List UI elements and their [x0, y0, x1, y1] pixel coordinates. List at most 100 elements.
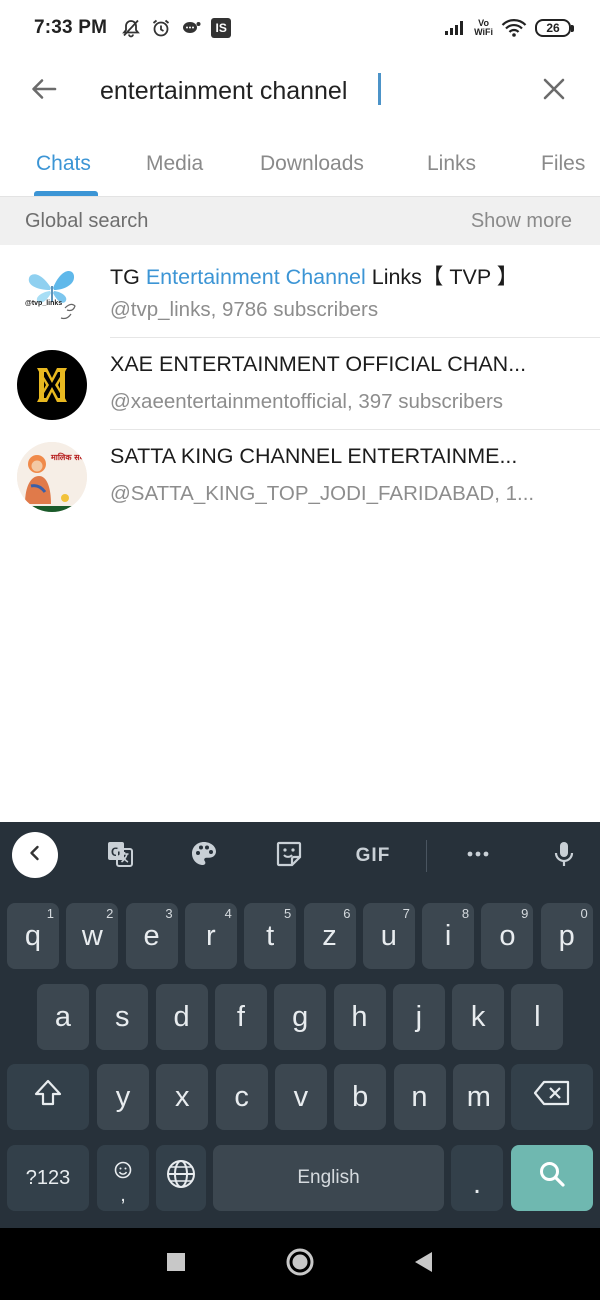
- gif-button[interactable]: GIF: [349, 832, 397, 880]
- key-q[interactable]: q1: [7, 903, 59, 969]
- tab-downloads[interactable]: Downloads: [260, 136, 364, 196]
- key-y[interactable]: y: [97, 1064, 149, 1130]
- globe-icon: [165, 1158, 197, 1198]
- key-g[interactable]: g: [274, 984, 327, 1050]
- list-item[interactable]: XAE ENTERTAINMENT OFFICIAL CHAN... @xaee…: [0, 338, 600, 430]
- key-label: i: [444, 919, 452, 952]
- key-label: q: [24, 919, 42, 952]
- sticker-icon: [274, 839, 304, 874]
- key-label: p: [558, 919, 575, 952]
- avatar: [17, 350, 87, 420]
- key-a[interactable]: a: [37, 984, 89, 1050]
- global-search-title: Global search: [25, 209, 149, 232]
- is-app-icon: IS: [211, 18, 232, 38]
- alarm-icon: [151, 18, 171, 38]
- search-tabs: Chats Media Downloads Links Files: [0, 136, 600, 196]
- key-w[interactable]: w2: [66, 903, 119, 969]
- key-j[interactable]: j: [392, 984, 445, 1050]
- search-key[interactable]: [511, 1145, 593, 1211]
- system-navigation-bar: [0, 1228, 600, 1300]
- key-label: r: [206, 919, 216, 952]
- key-label: z: [322, 919, 337, 952]
- result-title: SATTA KING CHANNEL ENTERTAINME...: [110, 444, 570, 469]
- backspace-key[interactable]: [511, 1064, 593, 1130]
- back-nav-button[interactable]: [403, 1246, 443, 1282]
- emoji-icon: [113, 1155, 133, 1188]
- palette-icon: [189, 839, 219, 874]
- list-item[interactable]: मालिक सबको खुश रखे SATTA KING CHANNEL EN…: [0, 430, 600, 522]
- period-key[interactable]: .: [451, 1145, 503, 1211]
- shift-icon: [31, 1076, 65, 1118]
- clear-search-button[interactable]: [526, 61, 582, 121]
- key-b[interactable]: b: [334, 1064, 387, 1130]
- key-label: e: [143, 919, 160, 952]
- key-l[interactable]: l: [511, 984, 564, 1050]
- symbols-key[interactable]: ?123: [7, 1145, 89, 1211]
- key-v[interactable]: v: [274, 1064, 327, 1130]
- more-options-button[interactable]: [454, 832, 502, 880]
- result-subtitle: @xaeentertainmentofficial, 397 subscribe…: [110, 390, 504, 413]
- home-button[interactable]: [280, 1246, 320, 1282]
- tab-files[interactable]: Files: [541, 136, 585, 196]
- wifi-icon: [501, 18, 527, 38]
- avatar-text: @tvp_links: [25, 300, 62, 307]
- title-suffix: SATTA KING CHANNEL ENTERTAINME...: [110, 444, 518, 468]
- key-e[interactable]: e3: [125, 903, 178, 969]
- key-hint: 1: [46, 906, 54, 921]
- key-m[interactable]: m: [452, 1064, 505, 1130]
- back-triangle-icon: [413, 1251, 433, 1278]
- sticker-button[interactable]: [265, 832, 313, 880]
- key-o[interactable]: o9: [481, 903, 534, 969]
- key-f[interactable]: f: [214, 984, 267, 1050]
- tab-media[interactable]: Media: [146, 136, 203, 196]
- show-more-link[interactable]: Show more: [471, 210, 572, 233]
- battery-level: 26: [535, 19, 571, 37]
- key-r[interactable]: r4: [184, 903, 237, 969]
- comma-label: ,: [120, 1183, 126, 1206]
- voice-input-button[interactable]: [540, 832, 588, 880]
- mute-icon: [121, 18, 141, 38]
- language-key[interactable]: [156, 1145, 206, 1211]
- home-circle-icon: [285, 1247, 315, 1282]
- key-x[interactable]: x: [156, 1064, 209, 1130]
- theme-button[interactable]: [180, 832, 228, 880]
- title-suffix: XAE ENTERTAINMENT OFFICIAL CHAN...: [110, 352, 527, 376]
- battery-cap: [571, 24, 574, 32]
- tab-chats[interactable]: Chats: [36, 136, 91, 196]
- key-hint: 6: [343, 906, 351, 921]
- key-p[interactable]: p0: [540, 903, 593, 969]
- key-i[interactable]: i8: [422, 903, 475, 969]
- key-c[interactable]: c: [215, 1064, 268, 1130]
- vowifi-icon: Vo WiFi: [474, 19, 493, 37]
- text-cursor: [378, 73, 381, 105]
- status-system-icons: Vo WiFi 26: [444, 18, 574, 38]
- avatar: @tvp_links: [17, 258, 87, 328]
- result-subtitle: @SATTA_KING_TOP_JODI_FARIDABAD, 1...: [110, 482, 535, 505]
- result-title: XAE ENTERTAINMENT OFFICIAL CHAN...: [110, 352, 570, 377]
- shift-key[interactable]: [7, 1064, 89, 1130]
- key-label: w: [81, 919, 103, 952]
- key-s[interactable]: s: [96, 984, 149, 1050]
- search-input[interactable]: [100, 76, 500, 106]
- key-n[interactable]: n: [393, 1064, 446, 1130]
- recents-button[interactable]: [156, 1246, 196, 1282]
- key-z[interactable]: z6: [303, 903, 356, 969]
- list-item[interactable]: @tvp_links TG Entertainment Channel Link…: [0, 246, 600, 338]
- signal-icon: [444, 20, 466, 36]
- emoji-comma-key[interactable]: ,: [97, 1145, 149, 1211]
- space-key[interactable]: English: [213, 1145, 444, 1211]
- deity-illustration-icon: मालिक सबको खुश रखे: [17, 442, 87, 512]
- keyboard-collapse-button[interactable]: [12, 832, 58, 878]
- key-u[interactable]: u7: [362, 903, 415, 969]
- battery-icon: 26: [535, 19, 574, 37]
- key-label: t: [266, 919, 275, 952]
- key-d[interactable]: d: [155, 984, 208, 1050]
- back-button[interactable]: [14, 61, 74, 121]
- key-label: o: [499, 919, 516, 952]
- key-h[interactable]: h: [333, 984, 386, 1050]
- xae-logo-icon: [37, 368, 67, 402]
- key-t[interactable]: t5: [244, 903, 297, 969]
- translate-button[interactable]: G: [96, 832, 144, 880]
- key-k[interactable]: k: [452, 984, 505, 1050]
- tab-links[interactable]: Links: [427, 136, 476, 196]
